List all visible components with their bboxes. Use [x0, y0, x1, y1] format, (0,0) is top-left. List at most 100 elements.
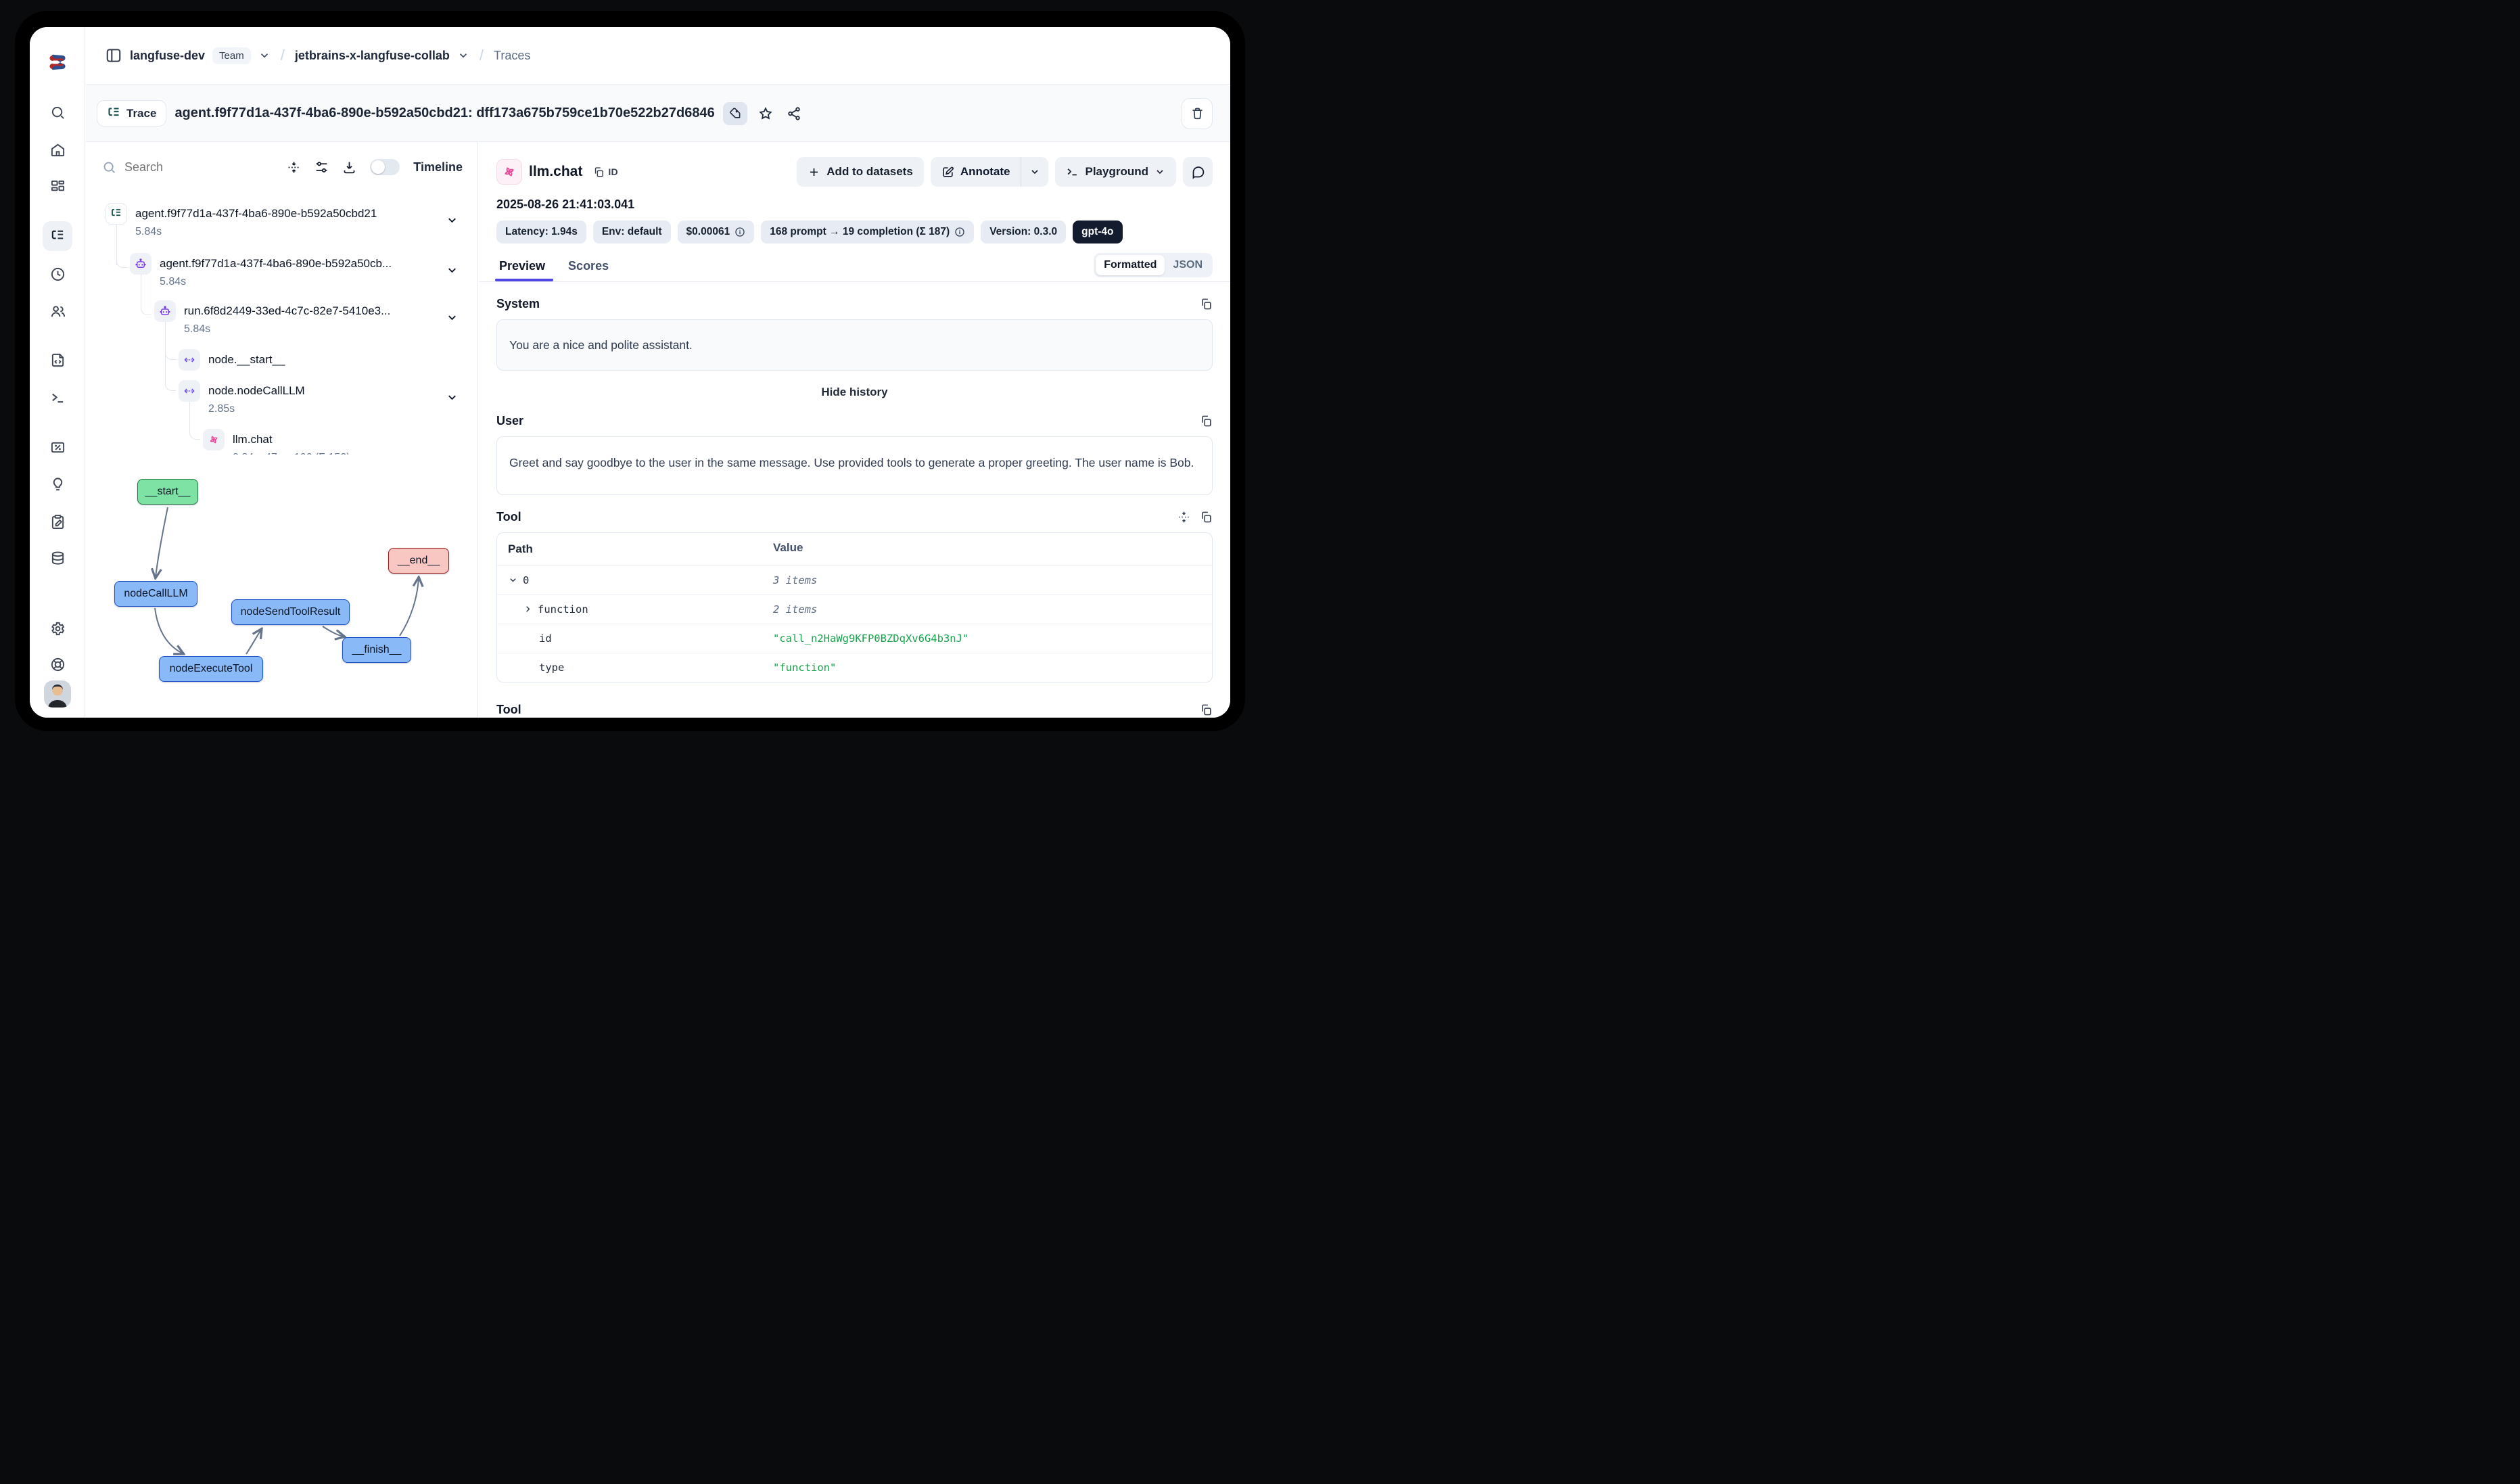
tree-row-run[interactable]: run.6f8d2449-33ed-4c7c-82e7-5410e3...5.8… [154, 300, 390, 335]
settings-gear-icon[interactable] [49, 620, 66, 636]
agent-robot-icon [130, 253, 151, 275]
tag-button[interactable] [723, 102, 747, 125]
copy-system-button[interactable] [1200, 298, 1213, 310]
graph-node-callllm[interactable]: nodeCallLLM [114, 581, 197, 607]
tab-preview[interactable]: Preview [496, 254, 548, 281]
model-badge[interactable]: gpt-4o [1073, 221, 1122, 244]
add-to-datasets-button[interactable]: Add to datasets [797, 157, 924, 187]
org-logo-icon[interactable] [46, 51, 69, 73]
timeline-toggle[interactable] [370, 159, 400, 175]
lightbulb-icon[interactable] [49, 476, 66, 492]
tree-row-node-start[interactable]: node.__start__ [179, 349, 285, 371]
copy-icon [1200, 703, 1213, 716]
span-name: llm.chat [233, 429, 350, 450]
span-name: node.__start__ [208, 349, 285, 371]
span-duration: 5.84s [160, 276, 392, 288]
breadcrumb-page[interactable]: Traces [494, 49, 530, 63]
app-window: langfuse-dev Team / jetbrains-x-langfuse… [30, 27, 1230, 718]
search-input[interactable] [124, 160, 206, 175]
scores-percent-icon[interactable] [49, 439, 66, 455]
comments-button[interactable] [1183, 157, 1213, 187]
favorite-star-icon[interactable] [755, 103, 776, 124]
trace-type-badge: Trace [97, 100, 166, 126]
tokens-badge[interactable]: 168 prompt → 19 completion (Σ 187) [761, 221, 974, 244]
json-count: 3 items [768, 566, 1212, 595]
left-rail [30, 27, 85, 718]
copy-tool2-button[interactable] [1200, 703, 1213, 716]
cost-badge[interactable]: $0.00061 [678, 221, 755, 244]
chevron-right-icon[interactable] [523, 604, 533, 614]
user-avatar[interactable] [44, 680, 71, 708]
json-string-value: "call_n2HaWg9KFP0BZDqXv6G4b3nJ" [768, 624, 1212, 653]
search-icon [102, 160, 116, 175]
json-row-type[interactable]: type "function" [497, 653, 1212, 682]
search-nav-icon[interactable] [49, 104, 66, 120]
observation-badges: Latency: 1.94s Env: default $0.00061 168… [496, 221, 1213, 244]
annotate-dropdown-chevron-icon[interactable] [1021, 157, 1048, 187]
row-collapse-chevron-icon[interactable] [446, 214, 459, 230]
datasets-database-icon[interactable] [49, 550, 66, 566]
copy-icon [1200, 511, 1213, 524]
json-row-function[interactable]: function 2 items [497, 595, 1212, 624]
annotate-button[interactable]: Annotate [931, 157, 1021, 187]
home-icon[interactable] [49, 141, 66, 158]
share-icon[interactable] [784, 103, 804, 124]
format-json-option[interactable]: JSON [1165, 255, 1211, 275]
system-message-box: You are a nice and polite assistant. [496, 319, 1213, 371]
tab-scores[interactable]: Scores [565, 254, 611, 281]
prompts-file-code-icon[interactable] [49, 352, 66, 368]
env-badge: Env: default [593, 221, 671, 244]
delete-trace-button[interactable] [1182, 98, 1213, 129]
graph-node-executetool[interactable]: nodeExecuteTool [159, 656, 263, 682]
project-switcher-chevron-icon[interactable] [457, 49, 469, 62]
org-switcher-chevron-icon[interactable] [258, 49, 271, 62]
tracing-list-tree-icon[interactable] [49, 228, 66, 244]
row-collapse-chevron-icon[interactable] [446, 311, 459, 327]
copy-tool-button[interactable] [1200, 511, 1213, 524]
collapse-all-icon[interactable] [287, 160, 301, 175]
breadcrumb-org[interactable]: langfuse-dev [130, 49, 205, 63]
trace-badge-label: Trace [126, 107, 156, 120]
user-section-header: User [496, 414, 1213, 428]
span-name: run.6f8d2449-33ed-4c7c-82e7-5410e3... [184, 300, 390, 322]
sidebar-toggle-icon[interactable] [105, 47, 122, 64]
download-icon[interactable] [342, 160, 356, 175]
row-collapse-chevron-icon[interactable] [446, 391, 459, 407]
hide-history-link[interactable]: Hide history [496, 386, 1213, 399]
users-icon[interactable] [49, 303, 66, 319]
user-message-box: Greet and say goodbye to the user in the… [496, 436, 1213, 494]
graph-node-finish[interactable]: __finish__ [342, 637, 411, 663]
span-name: agent.f9f77d1a-437f-4ba6-890e-b592a50cb.… [160, 253, 392, 275]
copy-user-button[interactable] [1200, 415, 1213, 427]
filter-settings-icon[interactable] [314, 160, 329, 175]
dashboard-grid-icon[interactable] [49, 179, 66, 195]
tabs-divider [479, 281, 1230, 282]
json-row-0[interactable]: 0 3 items [497, 565, 1212, 595]
graph-node-sendtoolresult[interactable]: nodeSendToolResult [231, 599, 350, 625]
chevron-down-icon[interactable] [508, 575, 518, 585]
row-collapse-chevron-icon[interactable] [446, 264, 459, 280]
tree-row-trace[interactable]: agent.f9f77d1a-437f-4ba6-890e-b592a50cbd… [106, 203, 377, 238]
playground-button[interactable]: Playground [1055, 157, 1176, 187]
trace-header-bar: Trace agent.f9f77d1a-437f-4ba6-890e-b592… [86, 85, 1230, 142]
playground-terminal-icon[interactable] [49, 389, 66, 405]
agent-robot-icon [154, 300, 176, 322]
format-formatted-option[interactable]: Formatted [1096, 255, 1165, 275]
expand-tool-button[interactable] [1177, 511, 1190, 524]
evaluation-clipboard-pen-icon[interactable] [49, 513, 66, 530]
graph-node-start[interactable]: __start__ [137, 479, 198, 505]
search-box [102, 160, 273, 175]
tree-row-node-callllm[interactable]: node.nodeCallLLM2.85s [179, 380, 305, 415]
support-lifebuoy-icon[interactable] [49, 656, 66, 672]
breadcrumb-project[interactable]: jetbrains-x-langfuse-collab [295, 49, 450, 63]
agent-graph: __start__ nodeCallLLM nodeSendToolResult… [86, 455, 477, 718]
span-arrows-icon [179, 349, 200, 371]
trace-tree: agent.f9f77d1a-437f-4ba6-890e-b592a50cbd… [86, 193, 477, 455]
copy-id-button[interactable]: ID [593, 166, 618, 178]
tree-row-agent[interactable]: agent.f9f77d1a-437f-4ba6-890e-b592a50cb.… [130, 253, 392, 288]
add-to-datasets-label: Add to datasets [826, 165, 913, 179]
json-row-id[interactable]: id "call_n2HaWg9KFP0BZDqXv6G4b3nJ" [497, 624, 1212, 653]
sessions-clock-icon[interactable] [49, 266, 66, 282]
info-icon [734, 227, 745, 237]
graph-node-end[interactable]: __end__ [388, 548, 449, 574]
